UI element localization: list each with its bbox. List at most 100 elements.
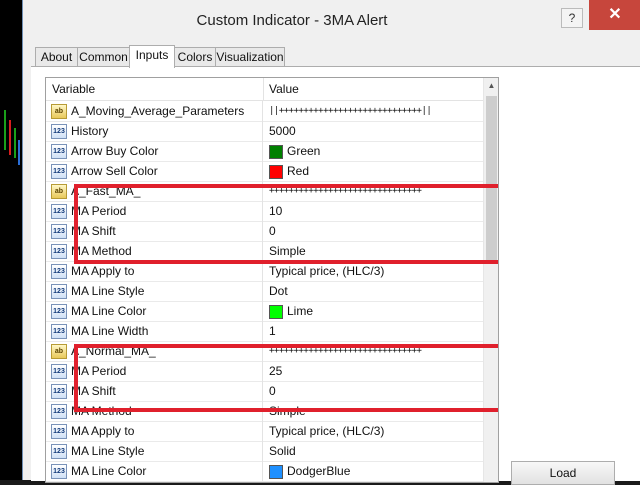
close-button[interactable]: ✕	[589, 0, 640, 30]
number-type-icon: 123	[51, 304, 67, 319]
row-value[interactable]: +++++++++++++++++++++++++++++++	[269, 341, 422, 361]
chart-candle	[9, 120, 11, 155]
grid-row[interactable]: 123 MA Line Style Dot	[46, 281, 483, 302]
grid-row[interactable]: 123 MA Apply to Typical price, (HLC/3)	[46, 261, 483, 282]
row-value[interactable]: Simple	[269, 241, 306, 261]
grid-row[interactable]: 123 MA Line Color Lime	[46, 301, 483, 322]
row-variable-name: Arrow Buy Color	[71, 144, 159, 158]
grid-row[interactable]: 123 MA Method Simple	[46, 241, 483, 262]
row-value[interactable]: 0	[269, 381, 276, 401]
tab-inputs[interactable]: Inputs	[129, 45, 175, 68]
row-value[interactable]: 25	[269, 361, 282, 381]
grid-row[interactable]: 123 MA Method Simple	[46, 401, 483, 422]
row-value[interactable]: Red	[287, 161, 309, 181]
grid-row[interactable]: ab A_Fast_MA_ ++++++++++++++++++++++++++++…	[46, 181, 483, 202]
chart-candle	[4, 110, 6, 150]
number-type-icon: 123	[51, 384, 67, 399]
tab-colors[interactable]: Colors	[174, 47, 216, 67]
row-variable-name: MA Line Width	[71, 324, 149, 338]
color-swatch[interactable]	[269, 145, 283, 159]
column-header-variable[interactable]: Variable	[46, 78, 264, 100]
row-value[interactable]: DodgerBlue	[287, 461, 350, 481]
row-value[interactable]: 5000	[269, 121, 296, 141]
number-type-icon: 123	[51, 204, 67, 219]
row-value[interactable]: Solid	[269, 441, 296, 461]
help-button[interactable]: ?	[561, 8, 583, 28]
string-type-icon: ab	[51, 184, 67, 199]
grid-row[interactable]: 123 MA Shift 0	[46, 221, 483, 242]
column-separator	[262, 381, 263, 401]
column-separator	[262, 101, 263, 121]
tab-common[interactable]: Common	[77, 47, 130, 67]
grid-row[interactable]: 123 Arrow Sell Color Red	[46, 161, 483, 182]
number-type-icon: 123	[51, 324, 67, 339]
row-variable-name: A_Moving_Average_Parameters	[71, 104, 245, 118]
column-separator	[262, 161, 263, 181]
row-value[interactable]: Typical price, (HLC/3)	[269, 421, 384, 441]
row-value[interactable]: Dot	[269, 281, 288, 301]
row-value[interactable]: 0	[269, 221, 276, 241]
number-type-icon: 123	[51, 464, 67, 479]
number-type-icon: 123	[51, 144, 67, 159]
color-swatch[interactable]	[269, 465, 283, 479]
grid-row[interactable]: ab A_Moving_Average_Parameters ||+++++++++…	[46, 101, 483, 122]
row-variable-name: History	[71, 124, 109, 138]
grid-row[interactable]: 123 MA Shift 0	[46, 381, 483, 402]
inputs-panel: Variable Value ab A_Moving_Average_Parame…	[31, 66, 640, 485]
row-variable-name: A_Normal_MA_	[71, 344, 156, 358]
number-type-icon: 123	[51, 424, 67, 439]
row-variable-name: MA Apply to	[71, 264, 135, 278]
tab-visualization[interactable]: Visualization	[215, 47, 285, 67]
row-variable-name: MA Line Style	[71, 444, 145, 458]
row-value[interactable]: Simple	[269, 401, 306, 421]
row-value[interactable]: 10	[269, 201, 282, 221]
row-value[interactable]: ||+++++++++++++++++++++++++++++||	[269, 101, 432, 121]
inputs-grid: Variable Value ab A_Moving_Average_Parame…	[45, 77, 499, 483]
grid-row[interactable]: 123 Arrow Buy Color Green	[46, 141, 483, 162]
load-button[interactable]: Load	[511, 461, 615, 485]
column-separator	[262, 261, 263, 281]
row-value[interactable]: Lime	[287, 301, 313, 321]
row-variable-name: MA Line Color	[71, 304, 147, 318]
grid-row[interactable]: 123 MA Line Width 1	[46, 321, 483, 342]
row-variable-name: MA Method	[71, 404, 132, 418]
row-variable-name: MA Method	[71, 244, 132, 258]
color-swatch[interactable]	[269, 165, 283, 179]
grid-row[interactable]: 123 MA Apply to Typical price, (HLC/3)	[46, 421, 483, 442]
row-variable-name: MA Period	[71, 364, 127, 378]
grid-row[interactable]: 123 MA Line Color DodgerBlue	[46, 461, 483, 482]
window-title: Custom Indicator - 3MA Alert	[196, 12, 388, 29]
number-type-icon: 123	[51, 164, 67, 179]
grid-row[interactable]: 123 MA Line Style Solid	[46, 441, 483, 462]
row-value[interactable]: 1	[269, 321, 276, 341]
row-variable-name: MA Shift	[71, 384, 116, 398]
column-separator	[262, 421, 263, 441]
chart-candle	[14, 128, 16, 158]
scroll-thumb[interactable]	[486, 96, 497, 264]
number-type-icon: 123	[51, 404, 67, 419]
row-value[interactable]: Green	[287, 141, 320, 161]
grid-row[interactable]: 123 MA Period 10	[46, 201, 483, 222]
color-swatch[interactable]	[269, 305, 283, 319]
vertical-scrollbar[interactable]: ▲	[483, 78, 498, 482]
row-value[interactable]: Typical price, (HLC/3)	[269, 261, 384, 281]
row-value[interactable]: +++++++++++++++++++++++++++++++	[269, 181, 422, 201]
number-type-icon: 123	[51, 244, 67, 259]
grid-row[interactable]: 123 History 5000	[46, 121, 483, 142]
string-type-icon: ab	[51, 344, 67, 359]
column-separator	[262, 121, 263, 141]
column-separator	[262, 221, 263, 241]
column-separator	[262, 301, 263, 321]
column-separator	[262, 461, 263, 481]
row-variable-name: A_Fast_MA_	[71, 184, 141, 198]
tab-about[interactable]: About	[35, 47, 78, 67]
chart-candle	[18, 140, 20, 165]
row-variable-name: Arrow Sell Color	[71, 164, 158, 178]
column-header-value[interactable]: Value	[263, 78, 479, 100]
title-bar: Custom Indicator - 3MA Alert ? ✕	[23, 0, 640, 42]
scroll-up-arrow-icon[interactable]: ▲	[484, 78, 498, 94]
number-type-icon: 123	[51, 124, 67, 139]
number-type-icon: 123	[51, 364, 67, 379]
grid-row[interactable]: ab A_Normal_MA_ ++++++++++++++++++++++++++…	[46, 341, 483, 362]
grid-row[interactable]: 123 MA Period 25	[46, 361, 483, 382]
